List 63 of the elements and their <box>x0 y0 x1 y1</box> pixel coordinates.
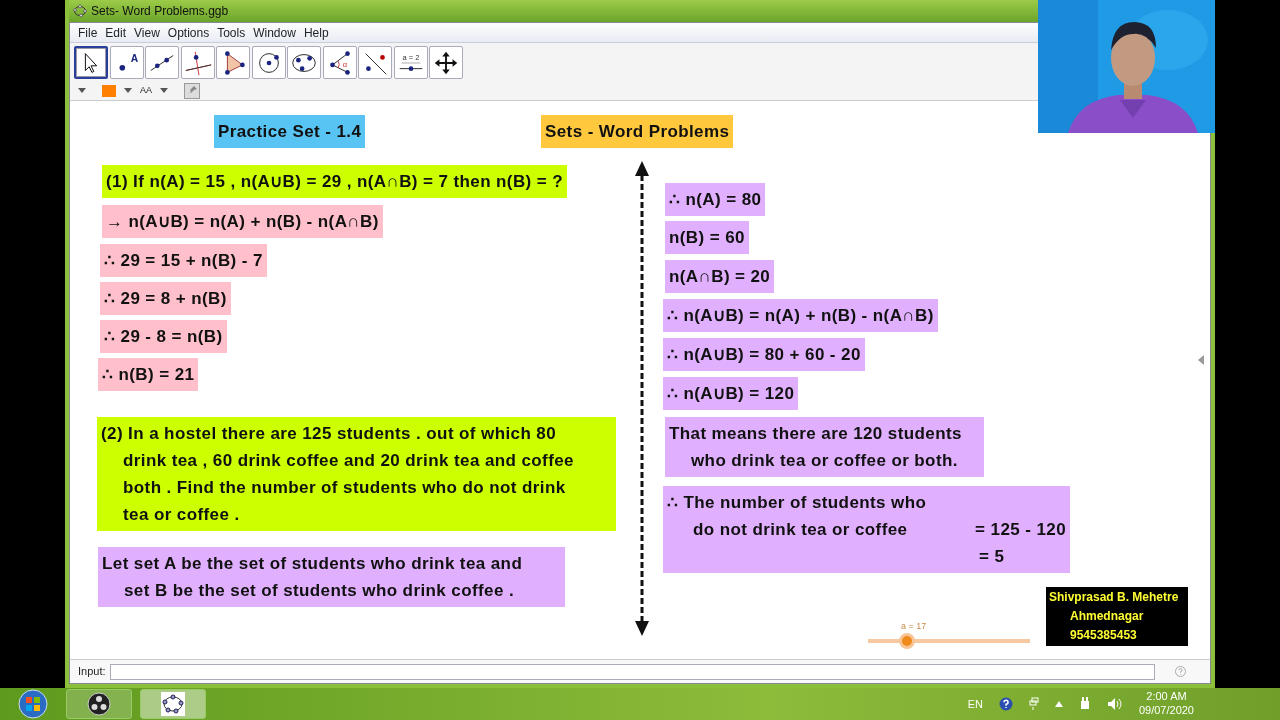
result-value: = 125 - 120 <box>975 519 1066 541</box>
menu-item[interactable]: Help <box>299 23 333 42</box>
tool-button[interactable] <box>287 46 321 79</box>
menu-item[interactable]: Tools <box>213 23 250 42</box>
tool-button[interactable] <box>216 46 250 79</box>
equation-text: ∴ 29 = 8 + n(B) <box>100 282 231 315</box>
window-title: Sets- Word Problems.ggb <box>91 3 229 20</box>
start-button[interactable] <box>16 689 50 719</box>
tool-button[interactable]: a = 2 <box>393 46 428 79</box>
equation-text: ∴ n(A) = 80 <box>665 183 766 216</box>
tool-button[interactable] <box>251 46 286 79</box>
tool-button[interactable]: α <box>322 46 357 79</box>
slider-label: a = 17 <box>900 620 927 633</box>
speaker-icon[interactable] <box>1106 697 1123 711</box>
caret-icon[interactable] <box>124 87 132 94</box>
equation-text: → n(A∪B) = n(A) + n(B) - n(A∩B) <box>102 205 383 238</box>
taskbar-button[interactable] <box>66 689 132 719</box>
taskbar-button[interactable] <box>140 689 206 719</box>
result-text: ∴ The number of students who <box>667 492 928 514</box>
up-arrow-icon[interactable] <box>1054 701 1063 707</box>
clock-time: 2:00 AM <box>1145 690 1188 704</box>
power-plug-icon[interactable] <box>1078 697 1091 711</box>
equation-text: ∴ 29 = 15 + n(B) - 7 <box>100 244 267 277</box>
problem-text: Let set A be the set of students who drink tea and set B be the set of students who drink coffee . <box>98 547 565 607</box>
equation-text: (1) If n(A) = 15 , n(A∪B) = 29 , n(A∩B) = 7 then n(B) = ? <box>102 165 567 198</box>
menu-item[interactable]: View <box>130 23 164 42</box>
text-size-label[interactable]: AA <box>140 83 152 98</box>
equation-text: ∴ n(A∪B) = 80 + 60 - 20 <box>663 338 865 371</box>
tool-button[interactable] <box>145 46 179 79</box>
result-value: = 5 <box>978 546 1006 568</box>
pin-icon[interactable] <box>184 82 200 99</box>
tool-button[interactable] <box>429 46 463 79</box>
problem-text: That means there are 120 students who drink tea or coffee or both. <box>665 417 984 477</box>
slider-thumb[interactable] <box>898 633 915 649</box>
result-text: do not drink tea or coffee <box>692 519 908 541</box>
color-swatch[interactable] <box>102 84 116 97</box>
input-label: Input: <box>78 664 106 680</box>
menu-item[interactable]: Edit <box>101 23 131 42</box>
problem-text: (2) In a hostel there are 125 students . out of which 80 drink tea , 60 drink coffee and 20 drink tea and coffee both . Find the number of students who do not drink tea or coffee . <box>97 417 616 531</box>
caret-icon[interactable] <box>78 87 86 94</box>
menu-item[interactable]: Window <box>249 23 300 42</box>
tool-button[interactable] <box>180 46 215 79</box>
collapse-icon[interactable] <box>1198 355 1204 365</box>
caret-icon[interactable] <box>160 87 168 94</box>
heading-label: Practice Set - 1.4 <box>214 115 366 148</box>
equation-text: ∴ n(A∪B) = n(A) + n(B) - n(A∩B) <box>663 299 938 332</box>
menu-item[interactable]: Options <box>163 23 214 42</box>
name-card: Shivprasad B. Mehetre Ahmednagar 9545385453 <box>1046 587 1188 646</box>
equation-text: ∴ n(A∪B) = 120 <box>663 377 799 410</box>
equation-text: ∴ 29 - 8 = n(B) <box>100 320 227 353</box>
tool-button[interactable] <box>74 46 108 79</box>
equation-text: ∴ n(B) = 21 <box>98 358 199 391</box>
tool-button[interactable] <box>358 46 392 79</box>
input-field[interactable] <box>109 663 1155 680</box>
tool-button[interactable]: A <box>109 46 144 79</box>
heading-label: Sets - Word Problems <box>541 115 734 148</box>
recorder-icon <box>87 692 111 717</box>
menu-item[interactable]: File <box>74 23 102 42</box>
clock-date: 09/07/2020 <box>1138 704 1194 718</box>
equation-text: n(B) = 60 <box>665 221 749 254</box>
app-icon <box>73 4 87 18</box>
help-icon[interactable] <box>998 697 1013 711</box>
equation-text: n(A∩B) = 20 <box>665 260 775 293</box>
